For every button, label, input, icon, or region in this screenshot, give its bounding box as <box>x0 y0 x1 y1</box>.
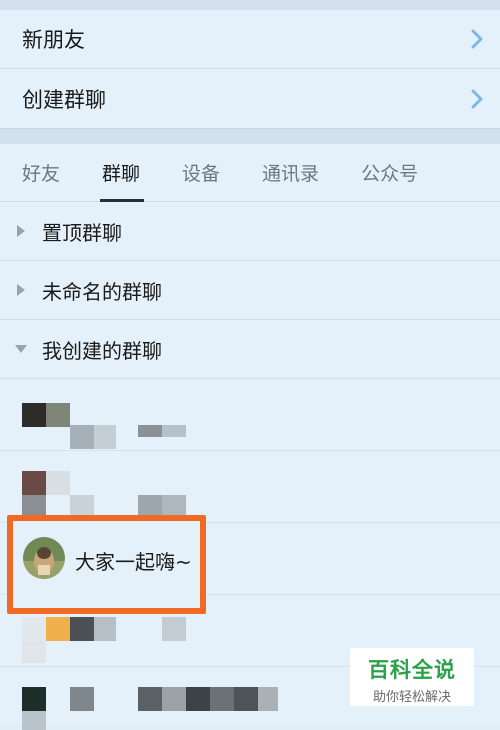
top-separator <box>0 0 500 10</box>
group-unnamed-label: 未命名的群聊 <box>42 279 162 304</box>
nav-card: 新朋友 创建群聊 <box>0 10 500 128</box>
group-created[interactable]: 我创建的群聊 <box>0 320 500 379</box>
mosaic-block <box>210 687 234 711</box>
tab-friends[interactable]: 好友 <box>22 144 60 202</box>
triangle-down-icon <box>15 345 27 353</box>
tab-groups[interactable]: 群聊 <box>100 144 145 202</box>
mosaic-block <box>258 687 278 711</box>
mosaic-block <box>70 687 94 711</box>
avatar <box>23 537 65 579</box>
mosaic-block <box>46 617 70 641</box>
mosaic-block <box>70 617 94 641</box>
mosaic-block <box>22 687 46 711</box>
list-item[interactable] <box>0 379 500 451</box>
mosaic-block <box>138 425 162 437</box>
contact-tabs: 好友 群聊 设备 通讯录 公众号 <box>0 144 500 202</box>
mosaic-block <box>234 687 258 711</box>
mosaic-block <box>22 641 46 663</box>
watermark-subtitle: 助你轻松解决 <box>372 690 451 705</box>
tab-devices[interactable]: 设备 <box>182 144 220 202</box>
chevron-right-icon <box>471 29 483 49</box>
create-group-label: 创建群聊 <box>22 87 106 112</box>
new-friend-row[interactable]: 新朋友 <box>0 10 500 69</box>
triangle-right-icon <box>17 225 25 237</box>
watermark-title: 百科全说 <box>368 658 456 682</box>
group-unnamed[interactable]: 未命名的群聊 <box>0 261 500 320</box>
chevron-right-icon <box>471 89 483 108</box>
mosaic-block <box>46 403 70 427</box>
list-item[interactable] <box>0 451 500 523</box>
group-pinned[interactable]: 置顶群聊 <box>0 202 500 261</box>
tab-official-accounts[interactable]: 公众号 <box>361 144 418 202</box>
mosaic-block <box>70 425 94 449</box>
tab-contacts[interactable]: 通讯录 <box>262 144 319 202</box>
group-created-label: 我创建的群聊 <box>42 338 162 363</box>
mosaic-block <box>94 617 116 641</box>
highlighted-group-chat[interactable]: 大家一起嗨~ <box>7 515 206 614</box>
triangle-right-icon <box>17 284 25 296</box>
create-group-row[interactable]: 创建群聊 <box>0 69 500 128</box>
mosaic-block <box>186 687 210 711</box>
mosaic-block <box>46 471 70 495</box>
mosaic-block <box>162 617 186 641</box>
mosaic-block <box>94 425 116 449</box>
new-friend-label: 新朋友 <box>22 28 85 52</box>
mosaic-block <box>22 471 46 495</box>
mosaic-block <box>138 687 162 711</box>
group-chat-name: 大家一起嗨~ <box>75 550 192 574</box>
section-separator <box>0 128 500 144</box>
mosaic-block <box>162 425 186 437</box>
mosaic-block <box>162 687 186 711</box>
mosaic-block <box>22 617 46 641</box>
group-pinned-label: 置顶群聊 <box>42 220 122 245</box>
mosaic-block <box>22 403 46 427</box>
watermark-logo: 百科全说 助你轻松解决 <box>350 648 474 706</box>
mosaic-block <box>22 711 46 730</box>
